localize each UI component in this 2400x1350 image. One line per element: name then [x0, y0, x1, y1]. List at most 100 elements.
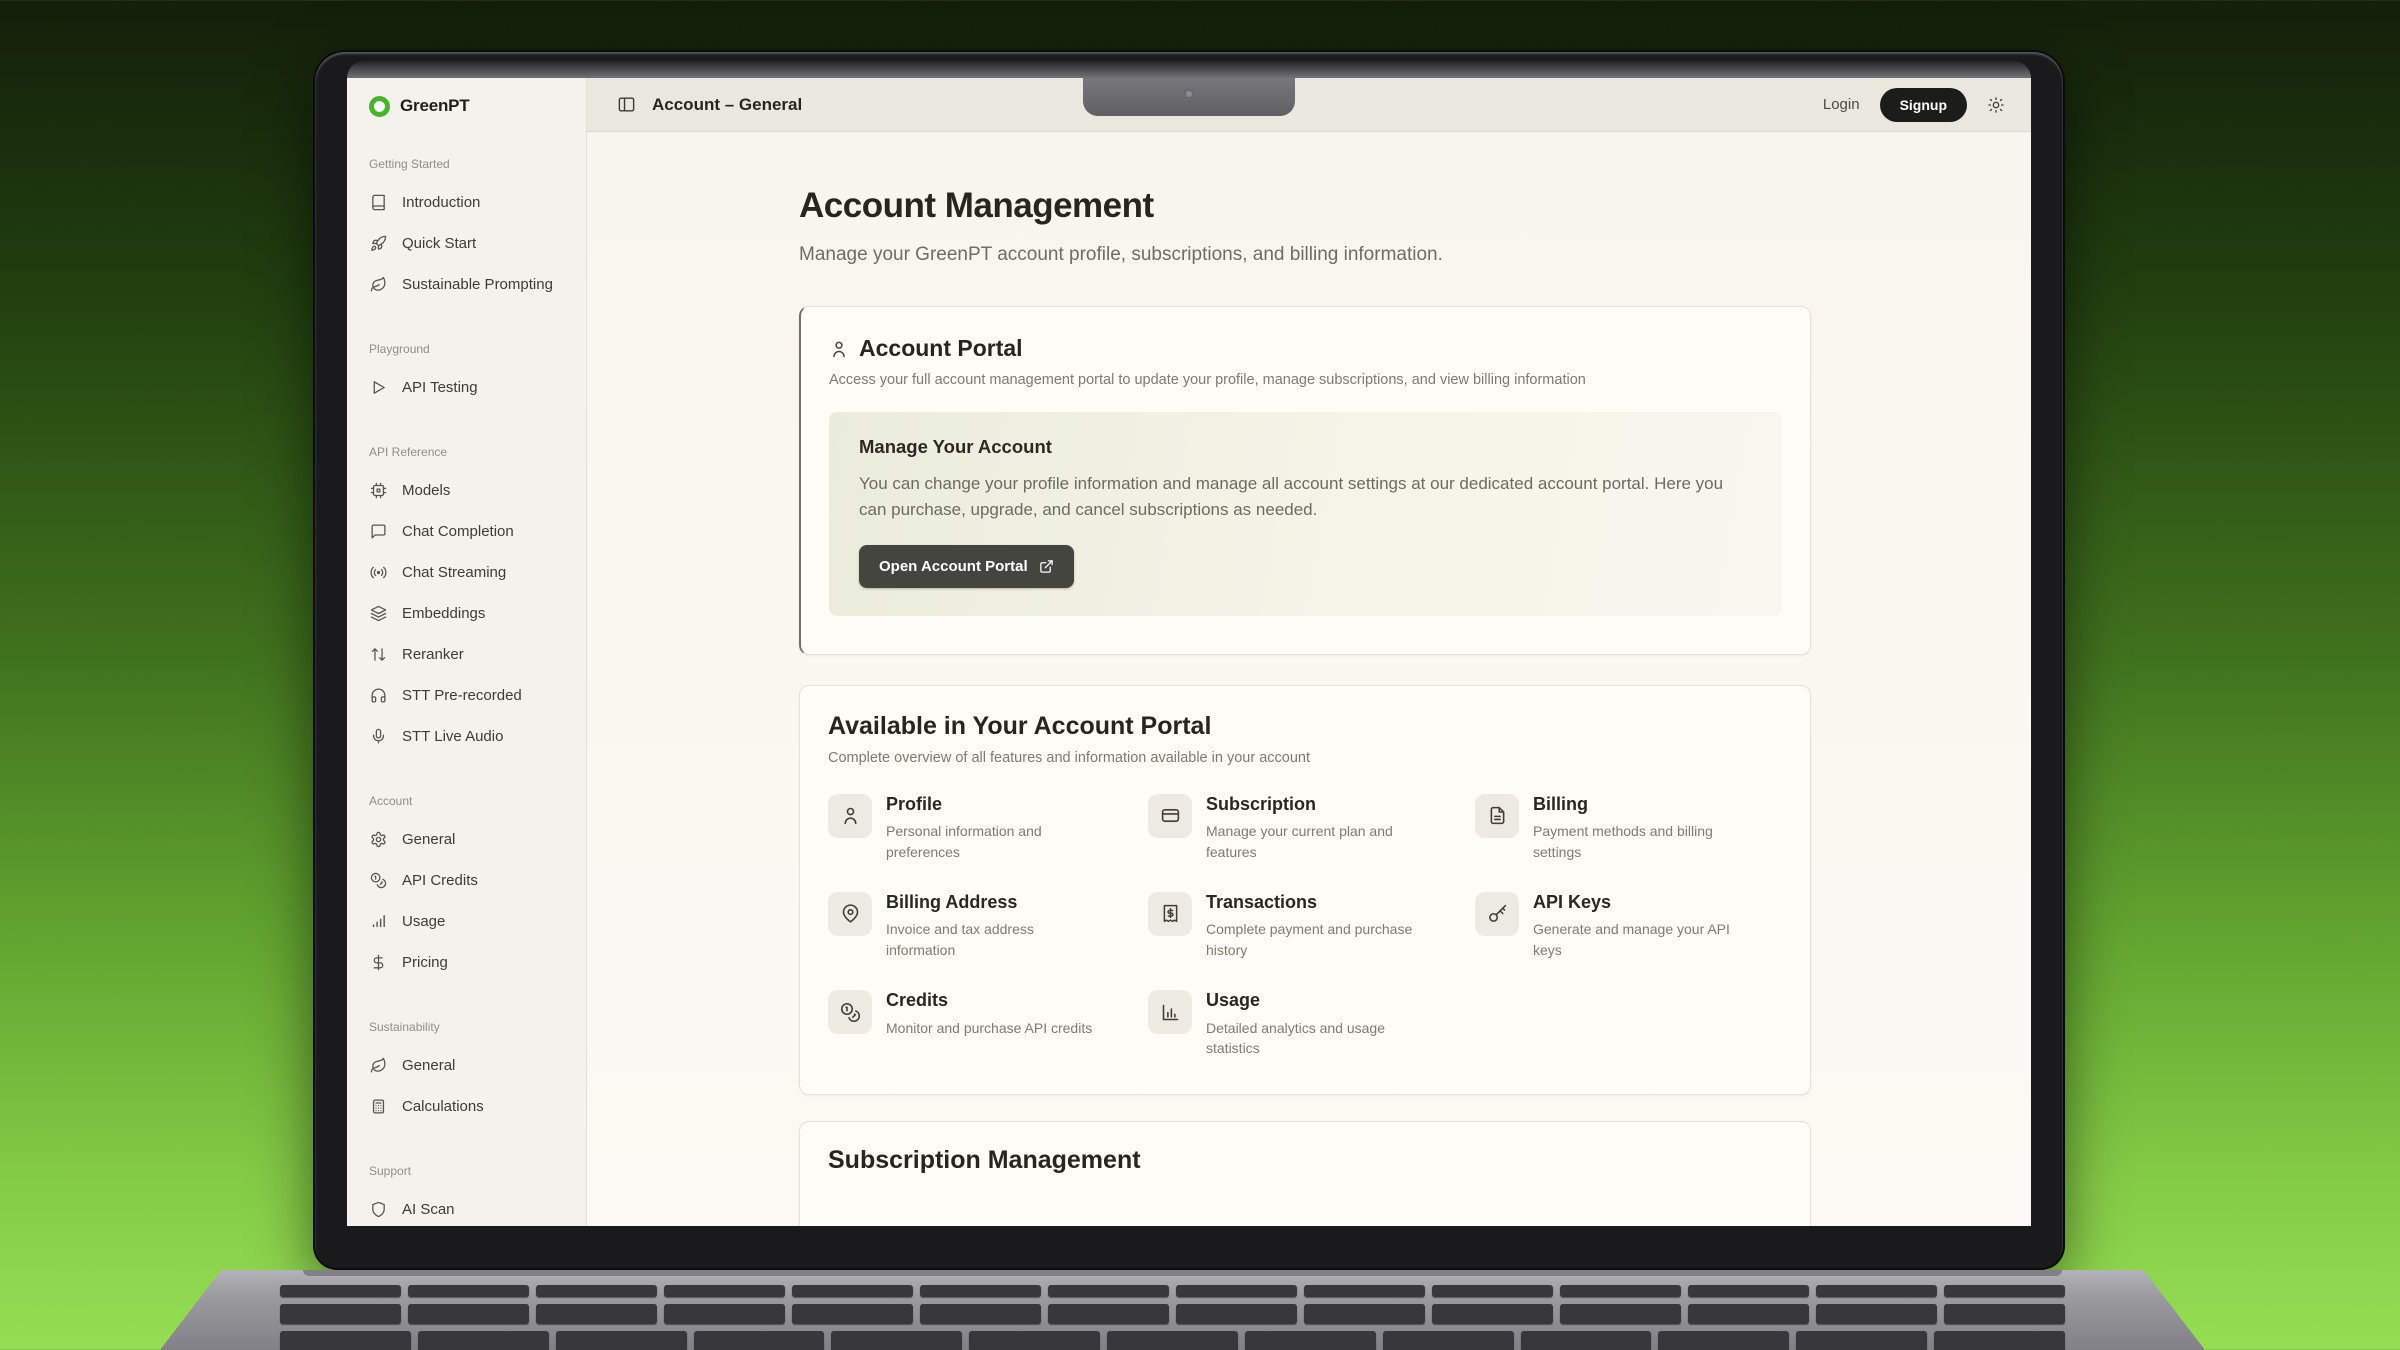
- manage-account-panel: Manage Your Account You can change your …: [829, 412, 1782, 616]
- sidebar-item-usage[interactable]: Usage: [369, 901, 586, 942]
- leaf-icon: [369, 276, 387, 293]
- sidebar-item-ai-scan[interactable]: AI Scan: [369, 1189, 586, 1226]
- section-label: API Reference: [369, 442, 586, 462]
- rocket-icon: [369, 235, 387, 252]
- sidebar-item-chat-streaming[interactable]: Chat Streaming: [369, 552, 586, 593]
- signup-button[interactable]: Signup: [1880, 88, 1967, 122]
- subscription-management-title: Subscription Management: [828, 1146, 1782, 1175]
- section-label: Getting Started: [369, 154, 586, 174]
- features-grid: Profile Personal information and prefere…: [828, 794, 1782, 1059]
- greenpt-ring-icon: [369, 96, 390, 117]
- mic-icon: [369, 728, 387, 745]
- sidebar-item-models[interactable]: Models: [369, 470, 586, 511]
- headphones-icon: [369, 687, 387, 704]
- page-content: Account Management Manage your GreenPT a…: [587, 132, 2031, 1226]
- sidebar-item-api-testing[interactable]: API Testing: [369, 367, 586, 408]
- sidebar-item-sustainable-prompting[interactable]: Sustainable Prompting: [369, 264, 586, 305]
- features-title: Available in Your Account Portal: [828, 712, 1782, 741]
- sidebar-section-sustainability: Sustainability General Calculations: [369, 1017, 586, 1127]
- keyboard: [280, 1285, 2065, 1350]
- brand-logo[interactable]: GreenPT: [369, 92, 586, 120]
- sidebar-item-chat-completion[interactable]: Chat Completion: [369, 511, 586, 552]
- radio-icon: [369, 564, 387, 581]
- sidebar-item-account-general[interactable]: General: [369, 819, 586, 860]
- open-account-portal-label: Open Account Portal: [879, 558, 1028, 575]
- sidebar-item-sustainability-general[interactable]: General: [369, 1045, 586, 1086]
- section-label: Sustainability: [369, 1017, 586, 1037]
- camera-icon: [1183, 88, 1195, 100]
- coins-icon: [828, 990, 872, 1034]
- feature-subscription: Subscription Manage your current plan an…: [1148, 794, 1475, 862]
- sidebar-item-pricing[interactable]: Pricing: [369, 942, 586, 983]
- feature-profile: Profile Personal information and prefere…: [828, 794, 1148, 862]
- section-label: Account: [369, 791, 586, 811]
- shield-icon: [369, 1201, 387, 1218]
- feature-billing: Billing Payment methods and billing sett…: [1475, 794, 1782, 862]
- laptop-base: [160, 1270, 2205, 1350]
- account-portal-title: Account Portal: [859, 335, 1023, 362]
- sidebar-section-getting-started: Getting Started Introduction Quick Start…: [369, 154, 586, 305]
- feature-credits: Credits Monitor and purchase API credits: [828, 990, 1148, 1058]
- layers-icon: [369, 605, 387, 622]
- sidebar-item-stt-pre-recorded[interactable]: STT Pre-recorded: [369, 675, 586, 716]
- bezel-glare: [347, 61, 2031, 78]
- hinge: [303, 1270, 2062, 1276]
- login-link[interactable]: Login: [1823, 96, 1860, 113]
- leaf-icon: [369, 1057, 387, 1074]
- sidebar: GreenPT Getting Started Introduction Qui…: [347, 78, 587, 1226]
- file-text-icon: [1475, 794, 1519, 838]
- sidebar-section-playground: Playground API Testing: [369, 339, 586, 408]
- sidebar-item-reranker[interactable]: Reranker: [369, 634, 586, 675]
- credit-card-icon: [1148, 794, 1192, 838]
- sidebar-item-introduction[interactable]: Introduction: [369, 182, 586, 223]
- sidebar-item-api-credits[interactable]: API Credits: [369, 860, 586, 901]
- feature-api-keys: API Keys Generate and manage your API ke…: [1475, 892, 1782, 960]
- user-icon: [829, 339, 849, 359]
- user-icon: [828, 794, 872, 838]
- laptop: GreenPT Getting Started Introduction Qui…: [315, 52, 2063, 1268]
- external-link-icon: [1039, 559, 1054, 574]
- page-subtitle: Manage your GreenPT account profile, sub…: [799, 244, 2031, 266]
- feature-usage: Usage Detailed analytics and usage stati…: [1148, 990, 1475, 1058]
- main-column: Account – General Login Signup Account M…: [587, 78, 2031, 1226]
- breadcrumb-title: Account – General: [652, 95, 802, 115]
- sidebar-section-api-reference: API Reference Models Chat Completion Cha…: [369, 442, 586, 757]
- sidebar-toggle-icon[interactable]: [617, 95, 636, 114]
- sidebar-section-account: Account General API Credits Usage Pricin…: [369, 791, 586, 983]
- calculator-icon: [369, 1098, 387, 1115]
- features-subtitle: Complete overview of all features and in…: [828, 750, 1782, 766]
- manage-account-body: You can change your profile information …: [859, 471, 1752, 524]
- bar-chart-icon: [369, 913, 387, 930]
- sidebar-item-calculations[interactable]: Calculations: [369, 1086, 586, 1127]
- receipt-icon: [1148, 892, 1192, 936]
- page-title: Account Management: [799, 186, 2031, 226]
- map-pin-icon: [828, 892, 872, 936]
- bar-chart-icon: [1148, 990, 1192, 1034]
- manage-account-title: Manage Your Account: [859, 436, 1752, 458]
- sidebar-item-embeddings[interactable]: Embeddings: [369, 593, 586, 634]
- sun-icon[interactable]: [1987, 96, 2005, 114]
- sidebar-item-stt-live-audio[interactable]: STT Live Audio: [369, 716, 586, 757]
- dollar-icon: [369, 954, 387, 971]
- key-icon: [1475, 892, 1519, 936]
- topbar-actions: Login Signup: [1823, 88, 2005, 122]
- gear-icon: [369, 831, 387, 848]
- coins-icon: [369, 872, 387, 889]
- cpu-icon: [369, 482, 387, 499]
- screen: GreenPT Getting Started Introduction Qui…: [347, 78, 2031, 1226]
- open-account-portal-button[interactable]: Open Account Portal: [859, 545, 1074, 588]
- notch: [1083, 78, 1295, 116]
- section-label: Support: [369, 1161, 586, 1181]
- account-portal-header: Account Portal: [829, 335, 1782, 362]
- features-card: Available in Your Account Portal Complet…: [799, 685, 1811, 1096]
- feature-transactions: Transactions Complete payment and purcha…: [1148, 892, 1475, 960]
- brand-name: GreenPT: [400, 96, 469, 116]
- arrow-up-down-icon: [369, 646, 387, 663]
- play-icon: [369, 379, 387, 396]
- message-square-icon: [369, 523, 387, 540]
- sidebar-item-quick-start[interactable]: Quick Start: [369, 223, 586, 264]
- subscription-management-card: Subscription Management: [799, 1121, 1811, 1226]
- book-icon: [369, 194, 387, 211]
- topbar: Account – General Login Signup: [587, 78, 2031, 132]
- account-portal-card: Account Portal Access your full account …: [799, 306, 1811, 655]
